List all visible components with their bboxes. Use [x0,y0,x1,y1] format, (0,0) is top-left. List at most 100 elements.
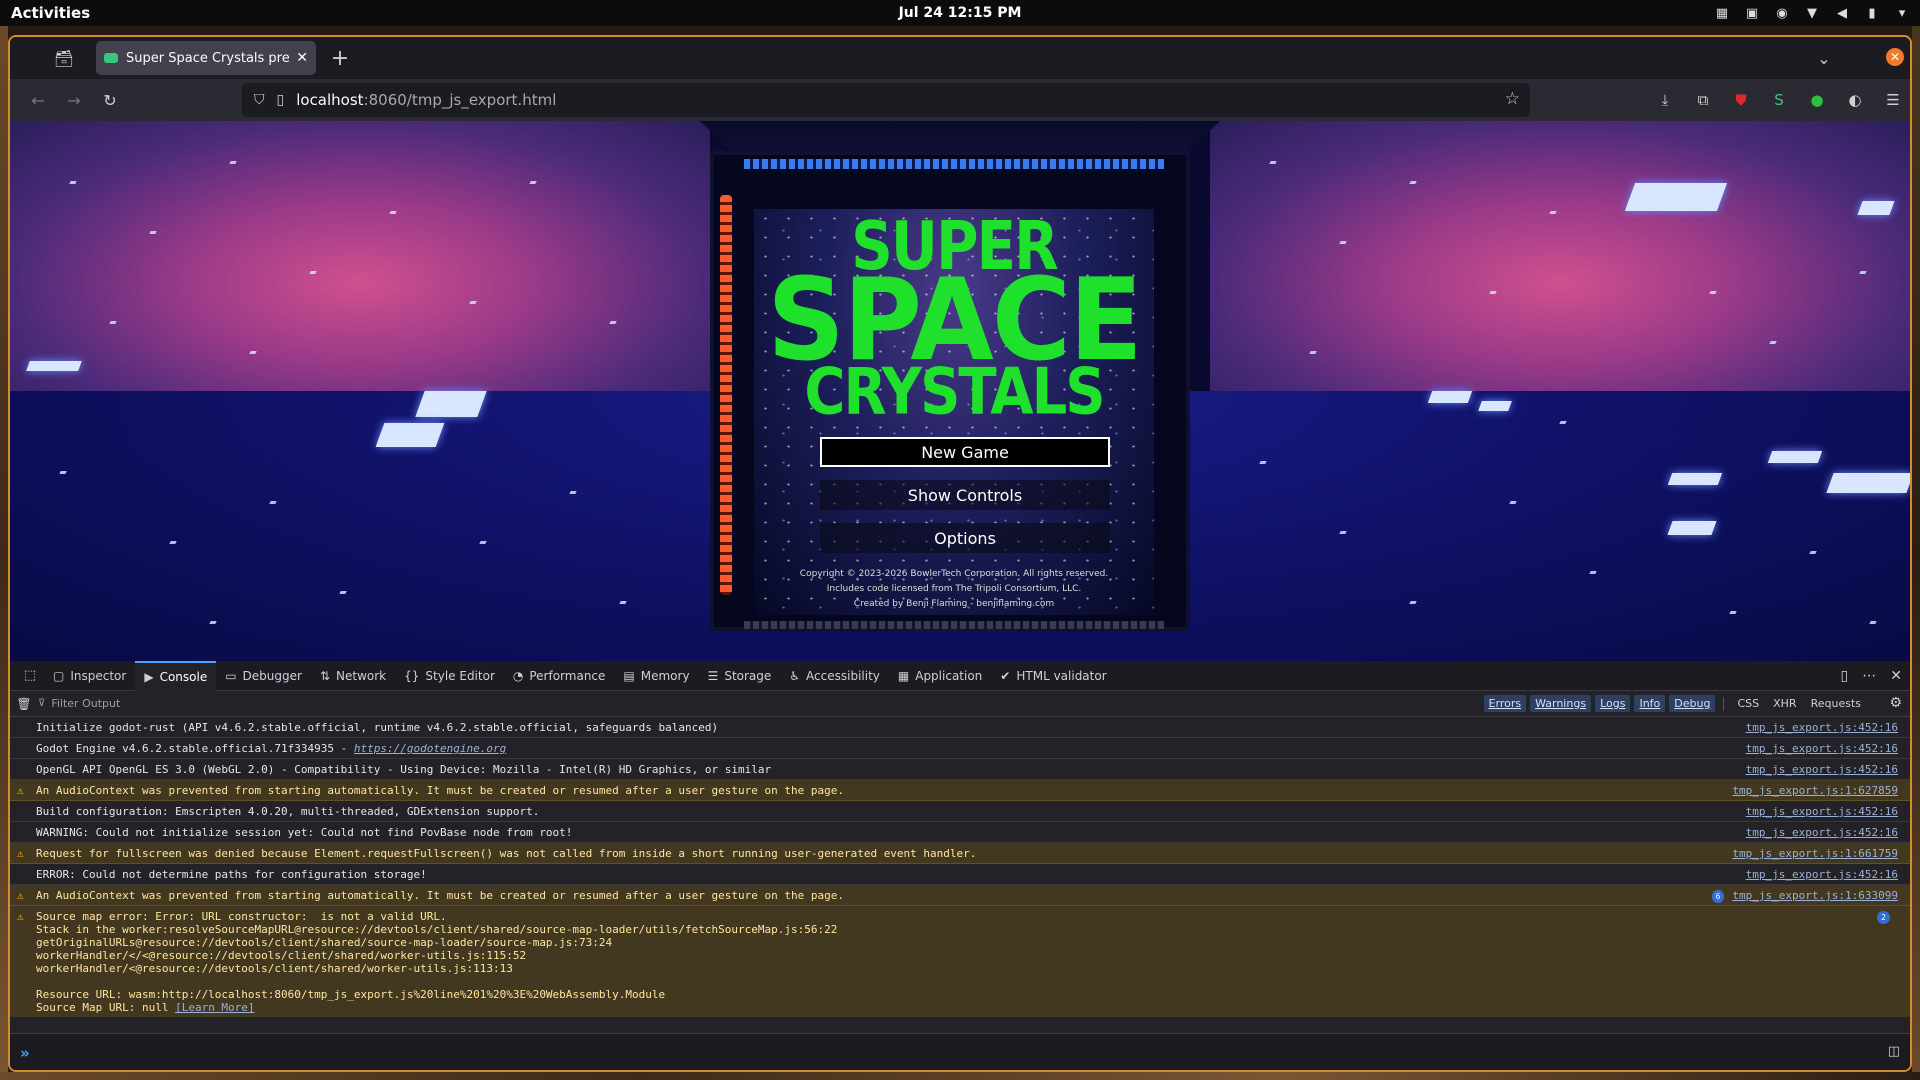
message-source-link[interactable]: tmp_js_export.js:1:627859 [1732,784,1898,797]
console-message[interactable]: ERROR: Could not determine paths for con… [10,864,1910,885]
filter-errors[interactable]: Errors [1483,695,1527,712]
crystal-decoration [375,423,445,447]
console-message[interactable]: Initialize godot-rust (API v4.6.2.stable… [10,717,1910,738]
ublock-icon[interactable]: ⛊ [1728,87,1754,113]
godot-link[interactable]: https://godotengine.org [354,742,506,755]
tab-application[interactable]: ▦ Application [889,661,991,691]
desktop-background [1912,26,1920,1080]
battery-icon[interactable]: ▮ [1864,6,1880,21]
message-source-link[interactable]: tmp_js_export.js:1:661759 [1732,847,1898,860]
filter-output-input[interactable]: Filter Output [51,697,120,710]
crystal-decoration [1427,391,1473,403]
tab-label: HTML validator [1016,668,1107,683]
chevron-down-icon[interactable]: ▾ [1894,6,1910,21]
tab-network[interactable]: ⇅ Network [311,661,395,691]
console-message[interactable]: Build configuration: Emscripten 4.0.20, … [10,801,1910,822]
tab-style-editor[interactable]: {} Style Editor [395,661,504,691]
bookmark-star-icon[interactable]: ☆ [1505,89,1520,109]
new-tab-button[interactable]: + [326,44,354,72]
shield-icon[interactable]: ⛉ [254,92,265,108]
more-options-icon[interactable]: ⋯ [1862,668,1876,684]
close-devtools-icon[interactable]: ✕ [1890,668,1902,684]
menu-icon[interactable]: ☰ [1880,87,1906,113]
tab-groups-icon[interactable]: 🗃 [50,44,78,72]
message-source-link[interactable]: tmp_js_export.js:452:16 [1746,763,1898,776]
tab-memory[interactable]: ▤ Memory [614,661,698,691]
message-source-link[interactable]: tmp_js_export.js:452:16 [1746,805,1898,818]
workspace-icon[interactable]: ▦ [1714,6,1730,21]
console-message[interactable]: OpenGL API OpenGL ES 3.0 (WebGL 2.0) - C… [10,759,1910,780]
message-source-link[interactable]: tmp_js_export.js:452:16 [1746,721,1898,734]
green-extension-icon[interactable]: ● [1804,87,1830,113]
page-icon[interactable]: ▯ [277,92,285,108]
filter-xhr[interactable]: XHR [1768,695,1801,712]
message-source-link[interactable]: tmp_js_export.js:452:16 [1746,868,1898,881]
console-output[interactable]: Initialize godot-rust (API v4.6.2.stable… [10,717,1910,1033]
message-source-link[interactable]: tmp_js_export.js:452:16 [1746,742,1898,755]
crystal-decoration [1667,521,1717,535]
discord-icon[interactable]: ◉ [1774,6,1790,21]
account-icon[interactable]: ◐ [1842,87,1868,113]
element-picker-icon[interactable]: ⬚ [16,661,44,691]
tab-html-validator[interactable]: ✔ HTML validator [991,661,1115,691]
console-warning[interactable]: ⚠ An AudioContext was prevented from star… [10,780,1910,801]
editor-mode-toggle-icon[interactable]: ◫ [1888,1044,1900,1059]
activities-button[interactable]: Activities [0,4,90,22]
message-source-link[interactable]: 6 tmp_js_export.js:1:633099 [1711,889,1898,903]
source-map-error[interactable]: ⚠ 2 Source map error: Error: URL construct… [10,906,1910,1017]
tab-storage[interactable]: ☰ Storage [699,661,781,691]
console-warning[interactable]: ⚠ Request for fullscreen was denied becau… [10,843,1910,864]
filter-info[interactable]: Info [1634,695,1666,712]
logo-line-crystals: CRYSTALS [804,355,1105,430]
console-message[interactable]: WARNING: Could not initialize session ye… [10,822,1910,843]
message-source-link[interactable]: tmp_js_export.js:452:16 [1746,826,1898,839]
screen-share-icon[interactable]: ▣ [1744,6,1760,21]
filter-css[interactable]: CSS [1732,695,1764,712]
filter-warnings[interactable]: Warnings [1530,695,1592,712]
show-controls-button[interactable]: Show Controls [820,480,1110,510]
learn-more-link[interactable]: [Learn More] [175,1001,254,1014]
window-close-button[interactable]: ✕ [1886,48,1904,66]
url-bar[interactable]: ⛉ ▯ localhost:8060/tmp_js_export.html ☆ [242,83,1530,117]
game-canvas[interactable]: SUPER SPACE CRYSTALS New Game Show Contr… [10,121,1910,661]
toolbar-extensions: ⤓ ⧉ ⛊ S ● ◐ ☰ [1652,87,1906,113]
filter-requests[interactable]: Requests [1806,695,1866,712]
game-favicon-icon [104,53,118,63]
error-line: Source Map URL: null [36,1001,176,1014]
tab-accessibility[interactable]: ♿ Accessibility [780,661,889,691]
filter-debug[interactable]: Debug [1669,695,1716,712]
tab-inspector[interactable]: ▢ Inspector [44,661,135,691]
volume-icon[interactable]: ◀ [1834,6,1850,21]
downloads-icon[interactable]: ⤓ [1652,87,1678,113]
browser-tab[interactable]: Super Space Crystals pre-al ✕ [96,41,316,75]
devtools-panel: ⬚ ▢ Inspector ▶ Console ▭ Debugger ⇅ Network… [10,660,1910,1070]
clear-console-trash-icon[interactable]: 🗑 [10,697,38,711]
extensions-puzzle-icon[interactable]: ⧉ [1690,87,1716,113]
filter-logs[interactable]: Logs [1595,695,1631,712]
tab-debugger[interactable]: ▭ Debugger [216,661,311,691]
close-tab-icon[interactable]: ✕ [296,50,308,66]
wifi-icon[interactable]: ▼ [1804,6,1820,21]
panel-light-strip [744,621,1164,629]
back-arrow-icon[interactable]: ← [24,86,52,114]
console-message[interactable]: Godot Engine v4.6.2.stable.official.71f3… [10,738,1910,759]
options-button[interactable]: Options [820,523,1110,553]
console-settings-gear-icon[interactable]: ⚙ [1889,695,1902,711]
stylus-extension-icon[interactable]: S [1766,87,1792,113]
console-warning[interactable]: ⚠ An AudioContext was prevented from star… [10,885,1910,906]
dock-side-icon[interactable]: ▯ [1841,668,1849,684]
url-host: localhost [296,91,364,109]
forward-arrow-icon[interactable]: → [60,86,88,114]
message-text: An AudioContext was prevented from start… [36,784,844,797]
tab-console[interactable]: ▶ Console [135,660,217,691]
tab-performance[interactable]: ◔ Performance [504,661,615,691]
system-clock[interactable]: Jul 24 12:15 PM [0,5,1920,21]
new-game-button[interactable]: New Game [820,437,1110,467]
console-input[interactable]: » ◫ [10,1033,1910,1070]
warning-icon: ⚠ [17,847,24,860]
reload-icon[interactable]: ↻ [96,86,124,114]
system-tray[interactable]: ▦ ▣ ◉ ▼ ◀ ▮ ▾ [1714,0,1910,26]
devtools-window-controls: ▯ ⋯ ✕ [1841,661,1902,691]
tab-list-chevron-down-icon[interactable]: ⌄ [1810,44,1838,72]
crystal-decoration [1857,201,1895,215]
